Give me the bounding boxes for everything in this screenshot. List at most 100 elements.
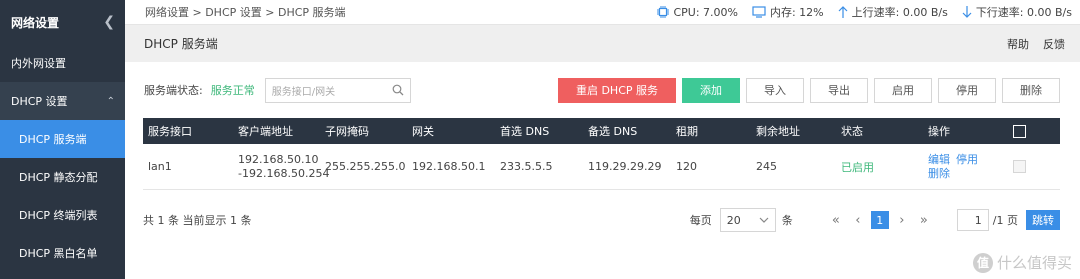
table-header: 服务接口 客户端地址 子网掩码 网关 首选 DNS 备选 DNS 租期 剩余地址… [143, 118, 1060, 144]
download-stat: 下行速率: 0.00 B/s [962, 4, 1072, 20]
pagination-bar: 共 1 条 当前显示 1 条 每页 20 条 « ‹ 1 › » 1 /1 页 … [143, 205, 1060, 235]
page-header: DHCP 服务端 帮助 反馈 [125, 25, 1080, 62]
table-row: lan1 192.168.50.10 -192.168.50.254 255.2… [143, 144, 1060, 190]
cpu-icon [657, 6, 670, 18]
toolbar: 服务端状态: 服务正常 服务接口/网关 重启 DHCP 服务 添加 导入 导出 … [125, 62, 1080, 118]
col-header-dns2: 备选 DNS [588, 125, 638, 138]
cell-client-range: 192.168.50.10 -192.168.50.254 [233, 152, 330, 181]
sidebar-item-label: 内外网设置 [11, 57, 66, 70]
sidebar-item-dhcp-server[interactable]: DHCP 服务端 [0, 120, 125, 158]
search-placeholder: 服务接口/网关 [271, 86, 336, 98]
dhcp-server-table: 服务接口 客户端地址 子网掩码 网关 首选 DNS 备选 DNS 租期 剩余地址… [143, 118, 1060, 190]
disable-link[interactable]: 停用 [956, 153, 978, 167]
add-button[interactable]: 添加 [682, 77, 740, 103]
feedback-link[interactable]: 反馈 [1043, 36, 1065, 52]
sidebar-item-dhcp-blacklist[interactable]: DHCP 黑白名单 [0, 234, 125, 272]
chevron-down-icon [759, 217, 769, 223]
memory-value: 内存: 12% [769, 6, 824, 19]
first-page-icon[interactable]: « [827, 213, 845, 228]
col-header-gateway: 网关 [412, 125, 434, 138]
sidebar-title-label: 网络设置 [11, 15, 60, 30]
watermark-text: 什么值得买 [996, 254, 1072, 272]
goto-button[interactable]: 跳转 [1026, 210, 1060, 230]
chevron-left-icon[interactable]: ❮ [103, 14, 115, 30]
col-header-dns1: 首选 DNS [500, 125, 550, 138]
sidebar-title[interactable]: 网络设置 ❮ [0, 0, 125, 44]
cpu-value: CPU: 7.00% [673, 5, 738, 19]
memory-stat: 内存: 12% [752, 4, 824, 20]
chevron-up-icon: ⌃ [106, 95, 115, 107]
per-page-value: 20 [726, 213, 741, 227]
cell-remaining: 245 [756, 160, 777, 173]
page-nav: « ‹ 1 › » [827, 211, 933, 229]
col-header-client-range: 客户端地址 [238, 125, 293, 138]
watermark: 值 什么值得买 [972, 252, 1072, 273]
restart-dhcp-button[interactable]: 重启 DHCP 服务 [558, 77, 676, 103]
sidebar-item-label: DHCP 静态分配 [19, 171, 98, 184]
cell-netmask: 255.255.255.0 [325, 160, 406, 173]
sidebar-group-label: DHCP 设置 [11, 95, 68, 108]
disable-button[interactable]: 停用 [938, 77, 996, 103]
system-stats: CPU: 7.00% 内存: 12% 上行速率: 0.00 B/s 下行速率: … [657, 4, 1072, 20]
per-page-unit: 条 [781, 214, 793, 227]
next-page-icon[interactable]: › [893, 213, 911, 228]
header-links: 帮助 反馈 [1007, 36, 1065, 52]
record-summary: 共 1 条 当前显示 1 条 [143, 214, 252, 227]
edit-link[interactable]: 编辑 [928, 153, 950, 167]
select-all-checkbox[interactable] [1012, 124, 1026, 138]
range-start: 192.168.50.10 [238, 152, 319, 166]
sidebar-group-dhcp[interactable]: DHCP 设置 ⌃ [0, 82, 125, 120]
breadcrumb: 网络设置 > DHCP 设置 > DHCP 服务端 [145, 6, 346, 19]
search-input[interactable]: 服务接口/网关 [264, 77, 411, 103]
range-end: -192.168.50.254 [238, 166, 330, 180]
sidebar-item-dhcp-static[interactable]: DHCP 静态分配 [0, 158, 125, 196]
upload-stat: 上行速率: 0.00 B/s [838, 4, 948, 20]
download-value: 下行速率: 0.00 B/s [975, 6, 1072, 19]
cell-actions: 编辑 停用 删除 [923, 153, 998, 181]
col-header-remaining: 剩余地址 [756, 125, 800, 138]
server-status-label: 服务端状态: [144, 84, 203, 97]
watermark-logo: 值 [972, 252, 993, 273]
sidebar: 网络设置 ❮ 内外网设置 DHCP 设置 ⌃ DHCP 服务端 DHCP 静态分… [0, 0, 125, 279]
select-all-checkbox-cell [998, 124, 1040, 138]
col-header-interface: 服务接口 [148, 125, 192, 138]
delete-link[interactable]: 删除 [928, 167, 998, 181]
actions-row: 编辑 停用 [928, 153, 998, 167]
top-bar: 网络设置 > DHCP 设置 > DHCP 服务端 CPU: 7.00% 内存:… [125, 0, 1080, 25]
sidebar-item-label: DHCP 黑白名单 [19, 247, 98, 260]
sidebar-item-label: DHCP 终端列表 [19, 209, 98, 222]
import-button[interactable]: 导入 [746, 77, 804, 103]
pager: 每页 20 条 « ‹ 1 › » 1 /1 页 跳转 [690, 208, 1060, 232]
sidebar-item-lan-wan[interactable]: 内外网设置 [0, 44, 125, 82]
row-checkbox-cell [998, 160, 1040, 173]
enable-button[interactable]: 启用 [874, 77, 932, 103]
cell-interface: lan1 [148, 160, 172, 173]
goto-page-input[interactable]: 1 [956, 209, 989, 231]
prev-page-icon[interactable]: ‹ [849, 213, 867, 228]
total-pages: /1 页 [992, 214, 1018, 227]
per-page-label: 每页 [689, 214, 712, 227]
cell-dns1: 233.5.5.5 [500, 160, 553, 173]
row-checkbox[interactable] [1012, 160, 1026, 173]
server-status-value: 服务正常 [210, 84, 255, 97]
cell-lease: 120 [676, 160, 697, 173]
per-page-select[interactable]: 20 [719, 208, 776, 232]
help-link[interactable]: 帮助 [1007, 36, 1029, 52]
page-title: DHCP 服务端 [144, 37, 218, 51]
col-header-status: 状态 [841, 125, 863, 138]
cell-gateway: 192.168.50.1 [412, 160, 486, 173]
last-page-icon[interactable]: » [915, 213, 933, 228]
status-badge: 已启用 [841, 160, 874, 174]
upload-value: 上行速率: 0.00 B/s [851, 6, 948, 19]
monitor-icon [752, 6, 766, 18]
arrow-down-icon [962, 6, 972, 18]
current-page-button[interactable]: 1 [870, 211, 889, 229]
cell-dns2: 119.29.29.29 [588, 160, 662, 173]
col-header-actions: 操作 [928, 125, 950, 138]
export-button[interactable]: 导出 [810, 77, 868, 103]
delete-button[interactable]: 删除 [1002, 77, 1060, 103]
col-header-netmask: 子网掩码 [325, 125, 369, 138]
sidebar-item-dhcp-clients[interactable]: DHCP 终端列表 [0, 196, 125, 234]
search-icon[interactable] [392, 84, 404, 96]
action-buttons: 重启 DHCP 服务 添加 导入 导出 启用 停用 删除 [558, 77, 1060, 103]
